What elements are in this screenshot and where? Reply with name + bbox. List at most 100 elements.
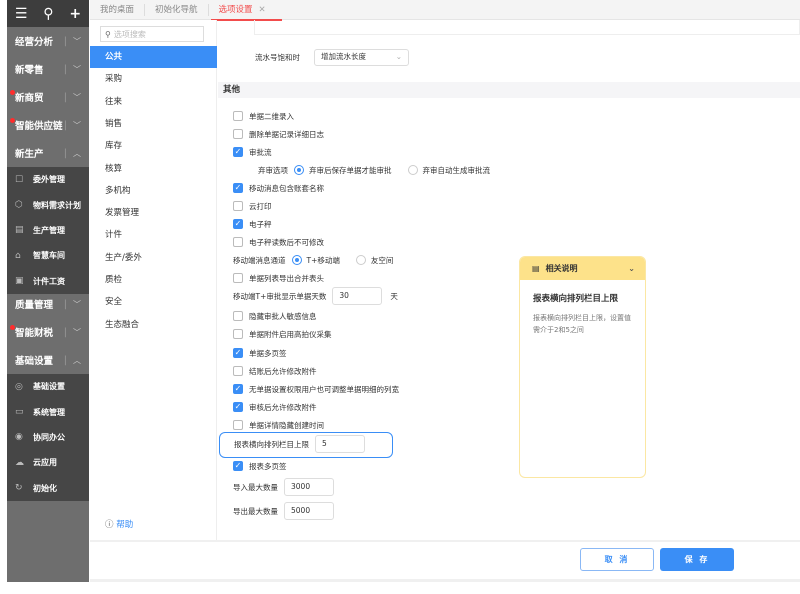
option-label: 单据详情隐藏创建时间	[249, 420, 324, 430]
help-label: 帮助	[116, 520, 134, 530]
radio-button[interactable]	[291, 255, 302, 265]
category-item[interactable]: 核算	[90, 158, 217, 180]
search-input[interactable]: ⚲ 选项搜索	[100, 26, 204, 42]
category-item[interactable]: 往来	[90, 91, 217, 113]
category-item[interactable]: 销售	[90, 113, 217, 135]
category-item[interactable]: 公共	[90, 46, 217, 68]
sidebar-item-label: 云应用	[33, 458, 57, 468]
sidebar-item[interactable]: ▤ 生产管理	[7, 218, 89, 243]
sidebar-item[interactable]: ▭ 系统管理	[7, 399, 89, 424]
chevron-down-icon[interactable]: ⌄	[628, 264, 635, 273]
tab-options[interactable]: 选项设置 ✕	[209, 4, 282, 21]
options-panel: 流水号饱和时 增加流水长度 ⌄ 其他 单据二维录入 删除单据记录详细日志 ✓ 审批流 弃审…	[218, 20, 800, 540]
checkbox[interactable]: ✓	[233, 348, 243, 358]
plus-icon[interactable]: +	[69, 6, 81, 22]
checkbox[interactable]	[233, 111, 243, 121]
option-row: 单据附件启用高拍仪采集	[233, 327, 332, 341]
tab-init-nav[interactable]: 初始化导航	[145, 3, 209, 16]
checkbox[interactable]	[233, 129, 243, 139]
collab-icon: ◉	[15, 432, 23, 443]
sidebar-group-label: 基础设置	[15, 356, 54, 367]
sidebar-item[interactable]: ☁ 云应用	[7, 450, 89, 475]
sidebar-group[interactable]: 新零售 | ﹀	[7, 55, 89, 83]
option-row: ✓ 审批流	[233, 145, 272, 159]
search-icon[interactable]: ⚲	[43, 6, 53, 22]
sidebar-item-label: 初始化	[33, 483, 57, 493]
category-item[interactable]: 质检	[90, 269, 217, 291]
radio-button[interactable]	[407, 165, 418, 175]
category-item[interactable]: 库存	[90, 135, 217, 157]
number-input[interactable]: 30	[332, 287, 383, 305]
sidebar-group[interactable]: 新商贸 | ﹀	[7, 83, 89, 111]
sidebar-group[interactable]: 质量管理 | ﹀	[7, 290, 89, 318]
outsource-icon: ☐	[15, 174, 24, 185]
divider: |	[63, 91, 67, 103]
radio-button[interactable]	[294, 165, 304, 175]
save-button[interactable]: 保 存	[660, 548, 734, 571]
option-row: 报表横向排列栏目上限 5	[234, 435, 365, 453]
sidebar-group[interactable]: 智能供应链 | ﹀	[7, 111, 89, 139]
category-item[interactable]: 安全	[90, 291, 217, 313]
sidebar-item[interactable]: ◎ 基础设置	[7, 374, 89, 399]
checkbox[interactable]	[233, 311, 243, 321]
chevron-up-icon: ︿	[73, 148, 81, 158]
info-header[interactable]: ▤ 相关说明 ⌄	[520, 257, 645, 280]
option-row: 云打印	[233, 199, 272, 213]
sidebar-item-label: 委外管理	[33, 175, 65, 185]
category-item[interactable]: 生态融合	[90, 314, 217, 336]
serial-value: 增加流水长度	[321, 51, 366, 61]
close-icon[interactable]: ✕	[259, 5, 266, 15]
checkbox[interactable]: ✓	[233, 384, 243, 394]
checkbox[interactable]	[233, 237, 243, 247]
sidebar: ☰ ⚲ + 经营分析 | ﹀ 新零售 | ﹀ 新商贸 | ﹀ 智能供应链 | ﹀ 新生产 | ︿ ☐ 委外管理 ⬡…	[7, 0, 89, 582]
category-item[interactable]: 采购	[90, 68, 217, 90]
category-item[interactable]: 多机构	[90, 180, 217, 202]
option-row: ✓ 审核后允许修改附件	[233, 400, 317, 414]
number-input[interactable]: 3000	[284, 478, 334, 496]
search-icon: ⚲	[105, 29, 111, 39]
checkbox[interactable]	[233, 366, 243, 376]
sidebar-item[interactable]: ☐ 委外管理	[7, 167, 89, 192]
footer: 取 消 保 存	[90, 540, 800, 582]
option-row: 移动端T+审批显示单据天数 30 天	[233, 287, 398, 305]
category-item[interactable]: 发票管理	[90, 202, 217, 224]
table-fragment	[254, 20, 800, 35]
checkbox[interactable]	[233, 420, 243, 430]
monitor-icon: ▭	[15, 407, 24, 418]
help-link[interactable]: ⓘ 帮助	[105, 518, 133, 530]
checkbox[interactable]: ✓	[233, 219, 243, 229]
checkbox[interactable]: ✓	[233, 461, 243, 471]
radio-button[interactable]	[355, 255, 366, 265]
checkbox[interactable]: ✓	[233, 402, 243, 412]
tab-label: 选项设置	[218, 4, 253, 15]
category-item[interactable]: 生产/委外	[90, 247, 217, 269]
sidebar-group[interactable]: 新生产 | ︿	[7, 139, 89, 167]
sidebar-group[interactable]: 基础设置 | ︿	[7, 346, 89, 374]
serial-select[interactable]: 增加流水长度 ⌄	[314, 48, 409, 66]
sidebar-item[interactable]: ⌂ 智慧车间	[7, 243, 89, 268]
checkbox[interactable]: ✓	[233, 147, 243, 157]
checkbox[interactable]	[233, 201, 243, 211]
checkbox[interactable]	[233, 329, 243, 339]
help-icon: ⓘ	[105, 520, 114, 530]
sidebar-group[interactable]: 经营分析 | ﹀	[7, 27, 89, 55]
option-label: 导出最大数量	[233, 506, 278, 516]
workshop-icon: ⌂	[15, 250, 21, 261]
sidebar-item[interactable]: ◉ 协同办公	[7, 425, 89, 450]
option-label: 导入最大数量	[233, 482, 278, 492]
tab-desktop[interactable]: 我的桌面	[90, 3, 146, 16]
sidebar-item[interactable]: ↻ 初始化	[7, 476, 89, 501]
divider: |	[63, 35, 67, 47]
checkbox[interactable]: ✓	[233, 183, 243, 193]
sidebar-submenu: ◎ 基础设置 ▭ 系统管理 ◉ 协同办公 ☁ 云应用 ↻ 初始化	[7, 374, 89, 501]
number-input[interactable]: 5000	[284, 502, 334, 520]
sidebar-item-label: 生产管理	[33, 225, 65, 235]
category-item[interactable]: 计件	[90, 224, 217, 246]
number-input[interactable]: 5	[315, 435, 365, 453]
option-label: 弃审选项	[258, 165, 288, 175]
cancel-button[interactable]: 取 消	[580, 548, 654, 571]
menu-icon[interactable]: ☰	[15, 6, 28, 22]
sidebar-group[interactable]: 智能财税 | ﹀	[7, 318, 89, 346]
checkbox[interactable]	[233, 273, 243, 283]
sidebar-item[interactable]: ⬡ 物料需求计划	[7, 192, 89, 217]
